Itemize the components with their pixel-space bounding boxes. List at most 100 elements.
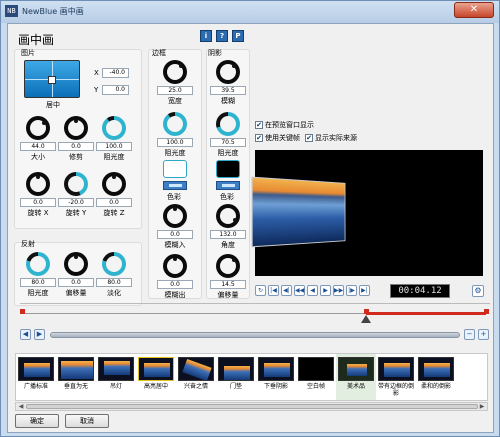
keyframe-marker-end[interactable]	[484, 309, 489, 314]
border-blur-in-value[interactable]: 0.0	[157, 230, 193, 239]
cancel-button[interactable]: 取消	[65, 414, 109, 428]
playhead-icon[interactable]	[361, 315, 371, 323]
knob-shadow-angle[interactable]: 132.0 角度	[208, 204, 248, 250]
close-button[interactable]: ✕	[454, 2, 494, 18]
step-back-button[interactable]: ◀	[307, 285, 318, 296]
timeline-zoom-scrollbar[interactable]	[50, 332, 460, 338]
play-button[interactable]: ▶	[320, 285, 331, 296]
rewind-button[interactable]: ◀◀	[294, 285, 305, 296]
reflection-opacity-knob-icon[interactable]	[26, 252, 50, 276]
knob-shadow-blur[interactable]: 39.5 模糊	[208, 60, 248, 106]
go-end-button[interactable]: ▶|	[359, 285, 370, 296]
keyframe-timeline[interactable]	[20, 303, 490, 323]
position-pad[interactable]	[24, 60, 80, 98]
checkmark-icon[interactable]: ✔	[305, 134, 313, 142]
reflection-fade-value[interactable]: 80.0	[96, 278, 132, 287]
knob-reflection-offset[interactable]: 0.0 偏移量	[56, 252, 96, 298]
preset-item[interactable]: 高亮居中	[136, 354, 176, 400]
rotate-y-value[interactable]: -20.0	[58, 198, 94, 207]
border-blur-out-knob-icon[interactable]	[163, 254, 187, 278]
fast-forward-button[interactable]: ▶▶	[333, 285, 344, 296]
knob-shadow-opacity[interactable]: 70.5 阻光度	[208, 112, 248, 158]
help-button[interactable]: ?	[216, 30, 228, 42]
shadow-blur-knob-icon[interactable]	[216, 60, 240, 84]
rotate-z-value[interactable]: 0.0	[96, 198, 132, 207]
knob-reflection-fade[interactable]: 80.0 淡化	[94, 252, 134, 298]
knob-border-opacity[interactable]: 100.0 阻光度	[155, 112, 195, 158]
preset-item[interactable]: 吊灯	[96, 354, 136, 400]
preset-item[interactable]: 兴奋之情	[176, 354, 216, 400]
knob-picture-opacity[interactable]: 100.0 阻光度	[94, 116, 134, 162]
knob-border-blur-in[interactable]: 0.0 模糊入	[155, 204, 195, 250]
knob-shadow-offset[interactable]: 14.5 偏移量	[208, 254, 248, 300]
shadow-offset-knob-icon[interactable]	[216, 254, 240, 278]
next-keyframe-button[interactable]: |▶	[346, 285, 357, 296]
border-blur-in-knob-icon[interactable]	[163, 204, 187, 228]
checkmark-icon[interactable]: ✔	[255, 121, 263, 129]
preset-item[interactable]: 下垂阴影	[256, 354, 296, 400]
shadow-offset-value[interactable]: 14.5	[210, 280, 246, 289]
rotate-x-knob-icon[interactable]	[26, 172, 50, 196]
use-keyframes-checkbox[interactable]: ✔ 使用关键帧	[255, 133, 300, 143]
shadow-angle-knob-icon[interactable]	[216, 204, 240, 228]
preset-item[interactable]: 空白帧	[296, 354, 336, 400]
checkmark-icon[interactable]: ✔	[255, 134, 263, 142]
preset-item[interactable]: 广播标准	[16, 354, 56, 400]
show-actual-source-checkbox[interactable]: ✔ 显示实际来源	[305, 133, 357, 143]
position-handle[interactable]	[48, 76, 56, 84]
size-value[interactable]: 44.0	[20, 142, 56, 151]
border-color-swatch[interactable]	[163, 160, 187, 178]
knob-rotate-z[interactable]: 0.0 旋转 Z	[94, 172, 134, 218]
rotate-x-value[interactable]: 0.0	[20, 198, 56, 207]
knob-border-width[interactable]: 25.0 宽度	[155, 60, 195, 106]
preset-scrollbar[interactable]: ◀ ▶	[15, 402, 488, 411]
show-in-preview-checkbox[interactable]: ✔ 在预览窗口显示	[255, 120, 314, 130]
shadow-angle-value[interactable]: 132.0	[210, 230, 246, 239]
timeline-next-button[interactable]: ▶	[34, 329, 45, 340]
scroll-left-icon[interactable]: ◀	[17, 403, 25, 410]
prev-keyframe-button[interactable]: ◀|	[281, 285, 292, 296]
knob-crop[interactable]: 0.0 修剪	[56, 116, 96, 162]
border-blur-out-value[interactable]: 0.0	[157, 280, 193, 289]
rotate-y-knob-icon[interactable]	[64, 172, 88, 196]
zoom-in-button[interactable]: +	[478, 329, 489, 340]
zoom-out-button[interactable]: −	[464, 329, 475, 340]
preset-item[interactable]: 垂直为无	[56, 354, 96, 400]
loop-button[interactable]: ↻	[255, 285, 266, 296]
preset-item[interactable]: 带有边框的倒影	[376, 354, 416, 400]
shadow-opacity-value[interactable]: 70.5	[210, 138, 246, 147]
info-button[interactable]: i	[200, 30, 212, 42]
border-opacity-value[interactable]: 100.0	[157, 138, 193, 147]
keyframe-marker-start[interactable]	[20, 309, 25, 314]
reflection-fade-knob-icon[interactable]	[102, 252, 126, 276]
keyframe-marker[interactable]	[364, 309, 369, 314]
size-knob-icon[interactable]	[26, 116, 50, 140]
knob-rotate-x[interactable]: 0.0 旋转 X	[18, 172, 58, 218]
x-field[interactable]: -40.0	[102, 68, 129, 78]
go-start-button[interactable]: |◀	[268, 285, 279, 296]
knob-rotate-y[interactable]: -20.0 旋转 Y	[56, 172, 96, 218]
border-color-picker-icon[interactable]	[163, 181, 187, 190]
y-field[interactable]: 0.0	[102, 85, 129, 95]
crop-value[interactable]: 0.0	[58, 142, 94, 151]
preset-item-selected[interactable]: 美术品	[336, 354, 376, 400]
border-width-knob-icon[interactable]	[163, 60, 187, 84]
shadow-color-swatch[interactable]	[216, 160, 240, 178]
preset-scroll-thumb[interactable]	[26, 404, 478, 409]
timeline-prev-button[interactable]: ◀	[20, 329, 31, 340]
crop-knob-icon[interactable]	[64, 116, 88, 140]
knob-size[interactable]: 44.0 大小	[18, 116, 58, 162]
picture-opacity-value[interactable]: 100.0	[96, 142, 132, 151]
reflection-offset-knob-icon[interactable]	[64, 252, 88, 276]
rotate-z-knob-icon[interactable]	[102, 172, 126, 196]
shadow-blur-value[interactable]: 39.5	[210, 86, 246, 95]
reflection-opacity-value[interactable]: 80.0	[20, 278, 56, 287]
preset-item[interactable]: 门垫	[216, 354, 256, 400]
border-opacity-knob-icon[interactable]	[163, 112, 187, 136]
reflection-offset-value[interactable]: 0.0	[58, 278, 94, 287]
settings-icon[interactable]: ⚙	[472, 285, 484, 297]
shadow-color-picker-icon[interactable]	[216, 181, 240, 190]
shadow-opacity-knob-icon[interactable]	[216, 112, 240, 136]
scroll-right-icon[interactable]: ▶	[478, 403, 486, 410]
picture-opacity-knob-icon[interactable]	[102, 116, 126, 140]
